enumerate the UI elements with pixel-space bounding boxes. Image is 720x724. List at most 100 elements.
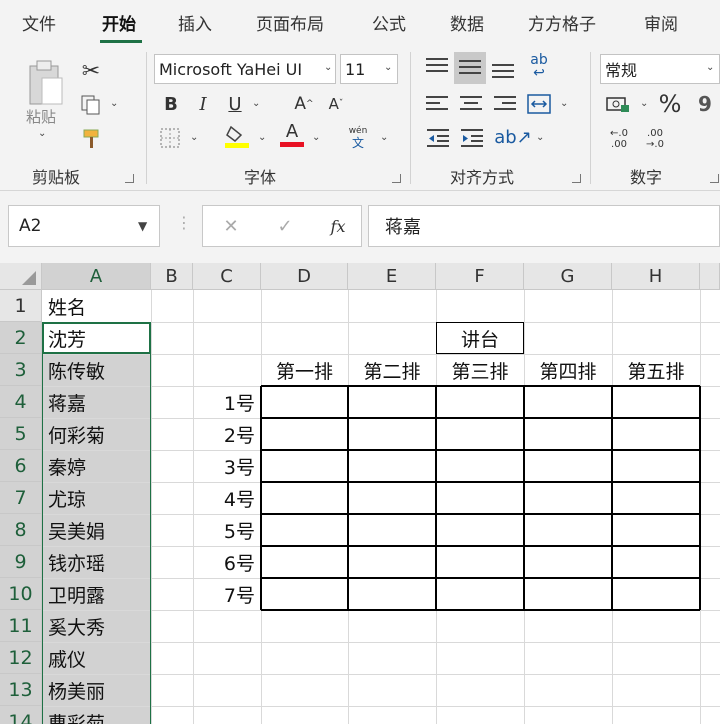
comma-style-icon[interactable]: 9 <box>690 92 720 116</box>
number-format-select[interactable]: 常规 <box>600 54 720 84</box>
seat-number-2[interactable]: 2号 <box>193 418 255 450</box>
seat-cell[interactable] <box>613 547 698 576</box>
seat-cell[interactable] <box>349 419 434 448</box>
seat-cell[interactable] <box>349 515 434 544</box>
seat-row-header-1[interactable]: 第一排 <box>261 354 348 386</box>
seat-row-header-3[interactable]: 第三排 <box>436 354 524 386</box>
seat-cell[interactable] <box>525 419 610 448</box>
row-header-1[interactable]: 1 <box>0 290 42 322</box>
font-name-select[interactable]: Microsoft YaHei UI <box>154 54 336 84</box>
increase-decimal-icon[interactable]: ←.0.00 <box>604 126 634 152</box>
tab-data[interactable]: 数据 <box>450 10 484 35</box>
row-header-14[interactable]: 14 <box>0 706 42 724</box>
seat-cell[interactable] <box>525 579 610 608</box>
align-middle-button[interactable] <box>454 52 486 84</box>
enter-icon[interactable]: ✓ <box>273 214 297 238</box>
tab-review[interactable]: 审阅 <box>644 10 678 35</box>
borders-icon[interactable] <box>158 126 182 150</box>
clipboard-launcher-icon[interactable] <box>125 174 134 183</box>
seat-cell[interactable] <box>525 451 610 480</box>
tab-formulas[interactable]: 公式 <box>372 10 406 35</box>
seat-cell[interactable] <box>613 579 698 608</box>
seat-cell[interactable] <box>262 579 346 608</box>
column-header-d[interactable]: D <box>261 263 348 290</box>
row-header-9[interactable]: 9 <box>0 546 42 578</box>
format-painter-icon[interactable] <box>78 126 104 152</box>
percent-style-button[interactable]: % <box>656 90 684 118</box>
alignment-launcher-icon[interactable] <box>572 174 581 183</box>
merge-center-icon[interactable] <box>526 92 552 116</box>
seat-cell[interactable] <box>262 419 346 448</box>
seat-number-4[interactable]: 4号 <box>193 482 255 514</box>
row-header-8[interactable]: 8 <box>0 514 42 546</box>
seat-cell[interactable] <box>437 579 522 608</box>
align-right-icon[interactable] <box>494 96 516 114</box>
seat-cell[interactable] <box>262 483 346 512</box>
seat-cell[interactable] <box>613 387 698 416</box>
seat-cell[interactable] <box>262 547 346 576</box>
column-header-next[interactable] <box>700 263 720 290</box>
seat-cell[interactable] <box>613 451 698 480</box>
column-header-c[interactable]: C <box>193 263 261 290</box>
row-header-5[interactable]: 5 <box>0 418 42 450</box>
seat-cell[interactable] <box>262 515 346 544</box>
align-center-icon[interactable] <box>460 96 482 114</box>
seat-number-7[interactable]: 7号 <box>193 578 255 610</box>
seat-row-header-2[interactable]: 第二排 <box>348 354 436 386</box>
phonetic-dropdown-icon[interactable]: ⌄ <box>380 132 388 143</box>
seat-cell[interactable] <box>349 579 434 608</box>
seat-cell[interactable] <box>437 547 522 576</box>
seat-cell[interactable] <box>613 515 698 544</box>
seat-cell[interactable] <box>437 515 522 544</box>
copy-dropdown-icon[interactable]: ⌄ <box>110 98 118 109</box>
insert-function-icon[interactable]: fx <box>325 214 351 238</box>
row-header-4[interactable]: 4 <box>0 386 42 418</box>
seat-number-6[interactable]: 6号 <box>193 546 255 578</box>
paste-button[interactable] <box>22 56 66 110</box>
paste-dropdown-icon[interactable]: ⌄ <box>38 128 46 139</box>
tab-home[interactable]: 开始 <box>102 10 136 35</box>
seat-cell[interactable] <box>613 483 698 512</box>
orientation-dropdown-icon[interactable]: ⌄ <box>536 132 544 143</box>
font-launcher-icon[interactable] <box>392 174 401 183</box>
increase-indent-icon[interactable] <box>460 126 484 150</box>
underline-dropdown-icon[interactable]: ⌄ <box>252 98 260 109</box>
align-bottom-icon[interactable] <box>492 60 514 78</box>
tab-insert[interactable]: 插入 <box>178 10 212 35</box>
fill-color-dropdown-icon[interactable]: ⌄ <box>258 132 266 143</box>
cut-icon[interactable]: ✂ <box>78 58 104 84</box>
seat-cell[interactable] <box>437 451 522 480</box>
underline-button[interactable]: U <box>224 92 246 116</box>
decrease-indent-icon[interactable] <box>426 126 450 150</box>
phonetic-guide-icon[interactable]: wén 文 <box>340 122 376 152</box>
worksheet-grid[interactable]: A B C D E F G H 1 2 3 4 5 6 7 8 9 10 11 12 13 14 姓名 沈芳 陈传敏 蒋嘉 何彩菊秦… <box>0 263 720 724</box>
row-header-3[interactable]: 3 <box>0 354 42 386</box>
column-header-e[interactable]: E <box>348 263 436 290</box>
accounting-dropdown-icon[interactable]: ⌄ <box>640 98 648 109</box>
row-header-13[interactable]: 13 <box>0 674 42 706</box>
seat-cell[interactable] <box>613 419 698 448</box>
row-header-7[interactable]: 7 <box>0 482 42 514</box>
name-box-dropdown-icon[interactable]: ▼ <box>138 219 147 233</box>
seat-number-3[interactable]: 3号 <box>193 450 255 482</box>
number-launcher-icon[interactable] <box>710 174 719 183</box>
seat-cell[interactable] <box>525 483 610 512</box>
column-header-a[interactable]: A <box>42 263 151 290</box>
column-header-h[interactable]: H <box>612 263 700 290</box>
seat-cell[interactable] <box>349 483 434 512</box>
font-name-dropdown-icon[interactable]: ⌄ <box>324 62 333 73</box>
seat-cell[interactable] <box>437 419 522 448</box>
italic-button[interactable]: I <box>192 92 214 116</box>
decrease-font-icon[interactable]: Aˇ <box>324 92 348 116</box>
font-color-dropdown-icon[interactable]: ⌄ <box>312 132 320 143</box>
seat-cell[interactable] <box>525 387 610 416</box>
row-header-6[interactable]: 6 <box>0 450 42 482</box>
seat-number-5[interactable]: 5号 <box>193 514 255 546</box>
row-header-2[interactable]: 2 <box>0 322 42 354</box>
column-header-f[interactable]: F <box>436 263 524 290</box>
seat-number-1[interactable]: 1号 <box>193 386 255 418</box>
seat-cell[interactable] <box>349 451 434 480</box>
seat-cell[interactable] <box>349 387 434 416</box>
merge-dropdown-icon[interactable]: ⌄ <box>560 98 568 109</box>
fill-color-icon[interactable] <box>224 122 250 150</box>
